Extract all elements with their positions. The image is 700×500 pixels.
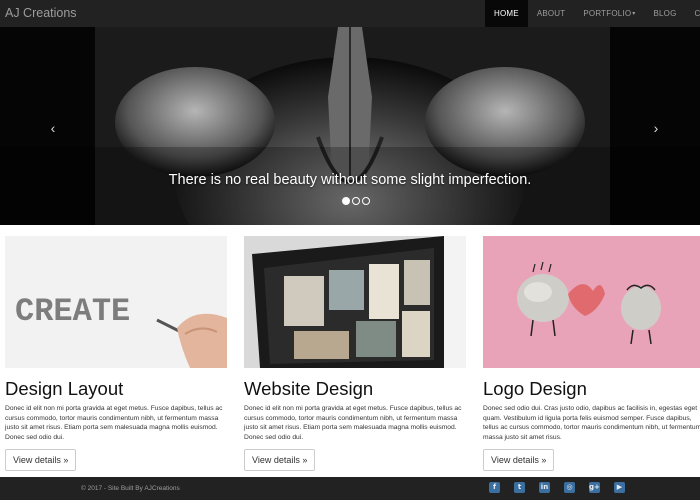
hero-carousel: ‹ › There is no real beauty without some…	[0, 27, 700, 225]
facebook-icon[interactable]: f	[489, 482, 500, 493]
hero-image	[0, 27, 700, 225]
linkedin-icon[interactable]: in	[539, 482, 550, 493]
create-image-text: CREATE	[15, 293, 130, 330]
chevron-left-icon: ‹	[50, 120, 56, 136]
feature-website-design: Website Design Donec id elit non mi port…	[244, 236, 466, 471]
nav-menu: HOME ABOUT PORTFOLIO▾ BLOG CONTACT	[485, 0, 700, 27]
nav-item-contact[interactable]: CONTACT	[686, 0, 700, 27]
stones-heart-photo	[483, 236, 700, 368]
carousel-indicators	[342, 197, 370, 205]
carousel-next-button[interactable]: ›	[646, 120, 666, 136]
feature-title: Design Layout	[5, 378, 124, 399]
nav-item-blog[interactable]: BLOG	[644, 0, 685, 27]
feature-title: Logo Design	[483, 378, 587, 399]
caret-down-icon: ▾	[632, 11, 636, 17]
create-handwriting-photo: CREATE	[5, 236, 227, 368]
carousel-indicator-3[interactable]	[362, 197, 370, 205]
nav-item-portfolio[interactable]: PORTFOLIO▾	[574, 0, 644, 27]
feature-title: Website Design	[244, 378, 374, 399]
carousel-caption: There is no real beauty without some sli…	[168, 172, 532, 188]
feature-text: Donec id elit non mi porta gravida at eg…	[244, 405, 462, 441]
twitter-icon[interactable]: t	[514, 482, 525, 493]
nav-item-about[interactable]: ABOUT	[528, 0, 575, 27]
feature-text: Donec sed odio dui. Cras justo odio, dap…	[483, 405, 700, 441]
monitor-website-photo	[244, 236, 466, 368]
carousel-indicator-2[interactable]	[352, 197, 360, 205]
navbar: AJ Creations HOME ABOUT PORTFOLIO▾ BLOG …	[0, 0, 700, 27]
carousel-indicator-1[interactable]	[342, 197, 350, 205]
view-details-button[interactable]: View details »	[5, 449, 77, 471]
carousel-prev-button[interactable]: ‹	[43, 120, 63, 136]
copyright-text: © 2017 - Site Built By AJCreations	[81, 485, 180, 492]
nav-item-home[interactable]: HOME	[485, 0, 528, 27]
google-plus-icon[interactable]: g+	[589, 482, 600, 493]
footer: © 2017 - Site Built By AJCreations f t i…	[0, 477, 700, 500]
social-links: f t in ◎ g+ ▶	[489, 482, 625, 493]
view-details-button[interactable]: View details »	[483, 449, 555, 471]
chevron-right-icon: ›	[653, 120, 659, 136]
feature-logo-design: Logo Design Donec sed odio dui. Cras jus…	[483, 236, 700, 471]
feature-text: Donec id elit non mi porta gravida at eg…	[5, 405, 223, 441]
instagram-icon[interactable]: ◎	[564, 482, 575, 493]
youtube-icon[interactable]: ▶	[614, 482, 625, 493]
brand-link[interactable]: AJ Creations	[5, 0, 77, 27]
view-details-button[interactable]: View details »	[244, 449, 316, 471]
feature-design-layout: CREATE Design Layout Donec id elit non m…	[5, 236, 227, 471]
nav-item-portfolio-label: PORTFOLIO	[583, 9, 632, 18]
